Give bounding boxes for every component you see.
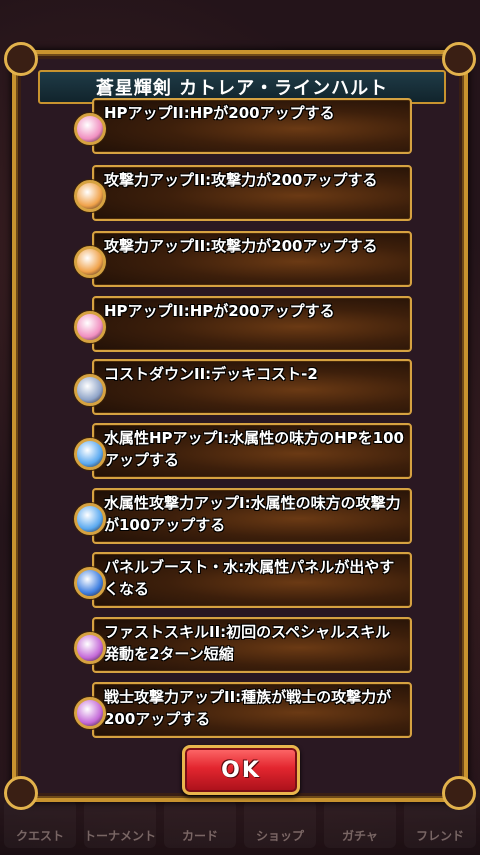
skill-description: HPアップII:HPが200アップする xyxy=(104,302,335,320)
attack-up-icon xyxy=(74,180,106,212)
nav-card: カード xyxy=(164,800,236,848)
ok-button[interactable]: OK xyxy=(182,745,300,795)
skill-row: 攻撃力アップII:攻撃力が200アップする xyxy=(62,165,414,221)
skill-description: 水属性攻撃力アップI:水属性の味方の攻撃力が100アップする xyxy=(104,494,401,534)
bottom-nav: クエスト トーナメント カード ショップ ガチャ フレンド xyxy=(0,793,480,855)
skill-description: パネルブースト・水:水属性パネルが出やすくなる xyxy=(104,558,395,598)
fast-skill-icon xyxy=(74,632,106,664)
hp-up-icon xyxy=(74,113,106,145)
ornament-corner xyxy=(4,42,38,76)
ornament-corner xyxy=(4,776,38,810)
attack-up-icon xyxy=(74,246,106,278)
skill-row: 攻撃力アップII:攻撃力が200アップする xyxy=(62,231,414,287)
skill-row: ファストスキルII:初回のスペシャルスキル発動を2ターン短縮 xyxy=(62,617,414,673)
panel-boost-water-icon xyxy=(74,567,106,599)
water-attack-up-icon xyxy=(74,503,106,535)
warrior-attack-up-icon xyxy=(74,697,106,729)
skill-row: HPアップII:HPが200アップする xyxy=(62,98,414,154)
skill-row: HPアップII:HPが200アップする xyxy=(62,296,414,352)
skill-row: 水属性攻撃力アップI:水属性の味方の攻撃力が100アップする xyxy=(62,488,414,544)
nav-tournament: トーナメント xyxy=(84,800,156,848)
skill-description: コストダウンII:デッキコスト-2 xyxy=(104,365,318,383)
skill-description: 攻撃力アップII:攻撃力が200アップする xyxy=(104,171,378,189)
cost-down-icon xyxy=(74,374,106,406)
skill-description: ファストスキルII:初回のスペシャルスキル発動を2ターン短縮 xyxy=(104,623,391,663)
skill-row: 戦士攻撃力アップII:種族が戦士の攻撃力が200アップする xyxy=(62,682,414,738)
skill-panel: ファストスキルII:初回のスペシャルスキル発動を2ターン短縮 xyxy=(92,617,412,673)
skill-panel: パネルブースト・水:水属性パネルが出やすくなる xyxy=(92,552,412,608)
skill-panel: 水属性HPアップI:水属性の味方のHPを100アップする xyxy=(92,423,412,479)
skill-row: コストダウンII:デッキコスト-2 xyxy=(62,359,414,415)
skill-row: 水属性HPアップI:水属性の味方のHPを100アップする xyxy=(62,423,414,479)
skill-description: 戦士攻撃力アップII:種族が戦士の攻撃力が200アップする xyxy=(104,688,392,728)
skill-panel: 攻撃力アップII:攻撃力が200アップする xyxy=(92,165,412,221)
skill-panel: コストダウンII:デッキコスト-2 xyxy=(92,359,412,415)
skill-description: 水属性HPアップI:水属性の味方のHPを100アップする xyxy=(104,429,404,469)
water-hp-up-icon xyxy=(74,438,106,470)
skill-panel: 攻撃力アップII:攻撃力が200アップする xyxy=(92,231,412,287)
skill-panel: HPアップII:HPが200アップする xyxy=(92,98,412,154)
nav-gacha: ガチャ xyxy=(324,800,396,848)
skill-panel: HPアップII:HPが200アップする xyxy=(92,296,412,352)
hp-up-icon xyxy=(74,311,106,343)
nav-shop: ショップ xyxy=(244,800,316,848)
skill-row: パネルブースト・水:水属性パネルが出やすくなる xyxy=(62,552,414,608)
ornament-corner xyxy=(442,42,476,76)
ornament-corner xyxy=(442,776,476,810)
skill-panel: 水属性攻撃力アップI:水属性の味方の攻撃力が100アップする xyxy=(92,488,412,544)
skill-description: 攻撃力アップII:攻撃力が200アップする xyxy=(104,237,378,255)
skill-description: HPアップII:HPが200アップする xyxy=(104,104,335,122)
skill-panel: 戦士攻撃力アップII:種族が戦士の攻撃力が200アップする xyxy=(92,682,412,738)
